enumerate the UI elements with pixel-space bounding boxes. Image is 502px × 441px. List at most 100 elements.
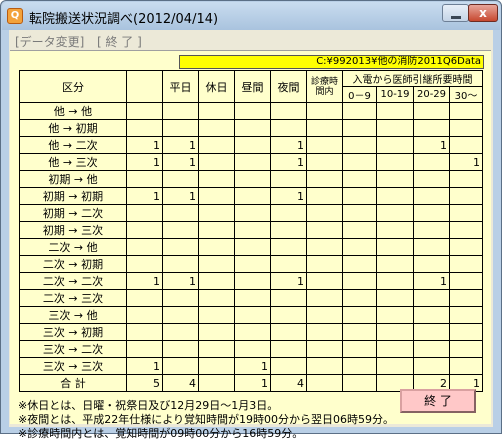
cell-clinic	[306, 238, 343, 256]
cell-t30	[449, 289, 483, 307]
route-label: 初期 → 初期	[19, 187, 127, 205]
header-t0-9: 0－9	[342, 86, 377, 103]
cell-t10-19	[376, 238, 414, 256]
cell-clinic	[306, 204, 343, 222]
cell-t30	[449, 102, 483, 120]
end-button[interactable]: 終 了	[400, 389, 476, 413]
cell-weekday: 1	[162, 136, 199, 154]
cell-clinic	[306, 136, 343, 154]
cell-weekday: 1	[162, 153, 199, 171]
cell-clinic	[306, 289, 343, 307]
report-panel: C:¥992013¥他の消防2011Q6Data 区分 平日 休日 昼間 夜間 …	[10, 50, 491, 440]
cell-t20-29	[413, 102, 450, 120]
menu-data-change[interactable]: [データ変更]	[15, 33, 84, 50]
cell-total	[126, 204, 163, 222]
cell-t10-19	[376, 289, 414, 307]
cell-total: 1	[126, 187, 163, 205]
route-label: 二次 → 他	[19, 238, 127, 256]
cell-weekday	[162, 323, 199, 341]
route-label: 二次 → 二次	[19, 272, 127, 290]
cell-t0-9	[342, 357, 377, 375]
route-label: 初期 → 二次	[19, 204, 127, 222]
cell-daytime	[234, 306, 271, 324]
cell-t10-19	[376, 204, 414, 222]
cell-t0-9	[342, 221, 377, 239]
cell-night	[270, 238, 307, 256]
cell-night	[270, 255, 307, 273]
cell-t20-29	[413, 323, 450, 341]
table-row: 初期 → 二次	[19, 204, 483, 222]
app-window: Q 転院搬送状況調べ(2012/04/14) x [データ変更] [ 終 了 ]…	[0, 0, 502, 440]
cell-t30	[449, 187, 483, 205]
cell-t20-29	[413, 289, 450, 307]
cell-night	[270, 102, 307, 120]
cell-t30	[449, 357, 483, 375]
table-row: 三次 → 三次 1 1	[19, 357, 483, 375]
cell-t30	[449, 204, 483, 222]
note-holiday: ※休日とは、日曜・祝祭日及び12月29日～1月3日。	[18, 399, 279, 412]
cell-t10-19	[376, 323, 414, 341]
header-t20-29: 20-29	[413, 86, 450, 103]
cell-t10-19	[376, 170, 414, 188]
cell-holiday	[198, 238, 235, 256]
route-label: 他 → 三次	[19, 153, 127, 171]
cell-t20-29: 1	[413, 136, 450, 154]
cell-daytime	[234, 187, 271, 205]
cell-holiday	[198, 102, 235, 120]
header-clinic-hours: 診療時間内	[306, 70, 343, 103]
cell-clinic	[306, 153, 343, 171]
cell-t20-29	[413, 221, 450, 239]
table-row: 初期 → 初期 1 1 1	[19, 187, 483, 205]
table-row: 二次 → 二次 1 1 1 1	[19, 272, 483, 290]
cell-t20-29: 1	[413, 272, 450, 290]
cell-daytime	[234, 255, 271, 273]
route-label: 初期 → 他	[19, 170, 127, 188]
cell-t10-19	[376, 255, 414, 273]
header-time-group: 入電から医師引継所要時間	[342, 70, 483, 87]
menu-exit[interactable]: [ 終 了 ]	[97, 33, 142, 50]
cell-night	[270, 340, 307, 358]
minimize-button[interactable]	[442, 4, 469, 22]
cell-t20-29	[413, 238, 450, 256]
cell-holiday	[198, 323, 235, 341]
cell-clinic	[306, 272, 343, 290]
cell-t30	[449, 119, 483, 137]
cell-t30	[449, 221, 483, 239]
total-label: 合 計	[19, 374, 127, 392]
close-window-button[interactable]: x	[468, 4, 498, 22]
cell-weekday	[162, 289, 199, 307]
cell-weekday	[162, 238, 199, 256]
table-row: 初期 → 他	[19, 170, 483, 188]
total-weekday: 4	[162, 374, 199, 392]
cell-t10-19	[376, 357, 414, 375]
cell-clinic	[306, 187, 343, 205]
table-row: 三次 → 二次	[19, 340, 483, 358]
cell-daytime	[234, 289, 271, 307]
cell-holiday	[198, 272, 235, 290]
cell-total	[126, 306, 163, 324]
cell-t30	[449, 170, 483, 188]
cell-daytime	[234, 136, 271, 154]
menu-bar: [データ変更] [ 終 了 ]	[9, 30, 493, 50]
route-label: 三次 → 二次	[19, 340, 127, 358]
cell-total	[126, 340, 163, 358]
cell-weekday	[162, 170, 199, 188]
total-daytime: 1	[234, 374, 271, 392]
cell-night: 1	[270, 153, 307, 171]
cell-holiday	[198, 153, 235, 171]
cell-t10-19	[376, 153, 414, 171]
cell-night	[270, 357, 307, 375]
cell-total	[126, 323, 163, 341]
title-bar[interactable]: Q 転院搬送状況調べ(2012/04/14) x	[2, 2, 500, 30]
header-night: 夜間	[270, 70, 307, 103]
table-row: 二次 → 他	[19, 238, 483, 256]
cell-weekday	[162, 119, 199, 137]
cell-night: 1	[270, 187, 307, 205]
app-icon: Q	[7, 8, 23, 24]
table-row: 他 → 二次 1 1 1 1	[19, 136, 483, 154]
cell-holiday	[198, 306, 235, 324]
cell-total	[126, 289, 163, 307]
cell-weekday	[162, 357, 199, 375]
cell-t30	[449, 272, 483, 290]
cell-holiday	[198, 136, 235, 154]
